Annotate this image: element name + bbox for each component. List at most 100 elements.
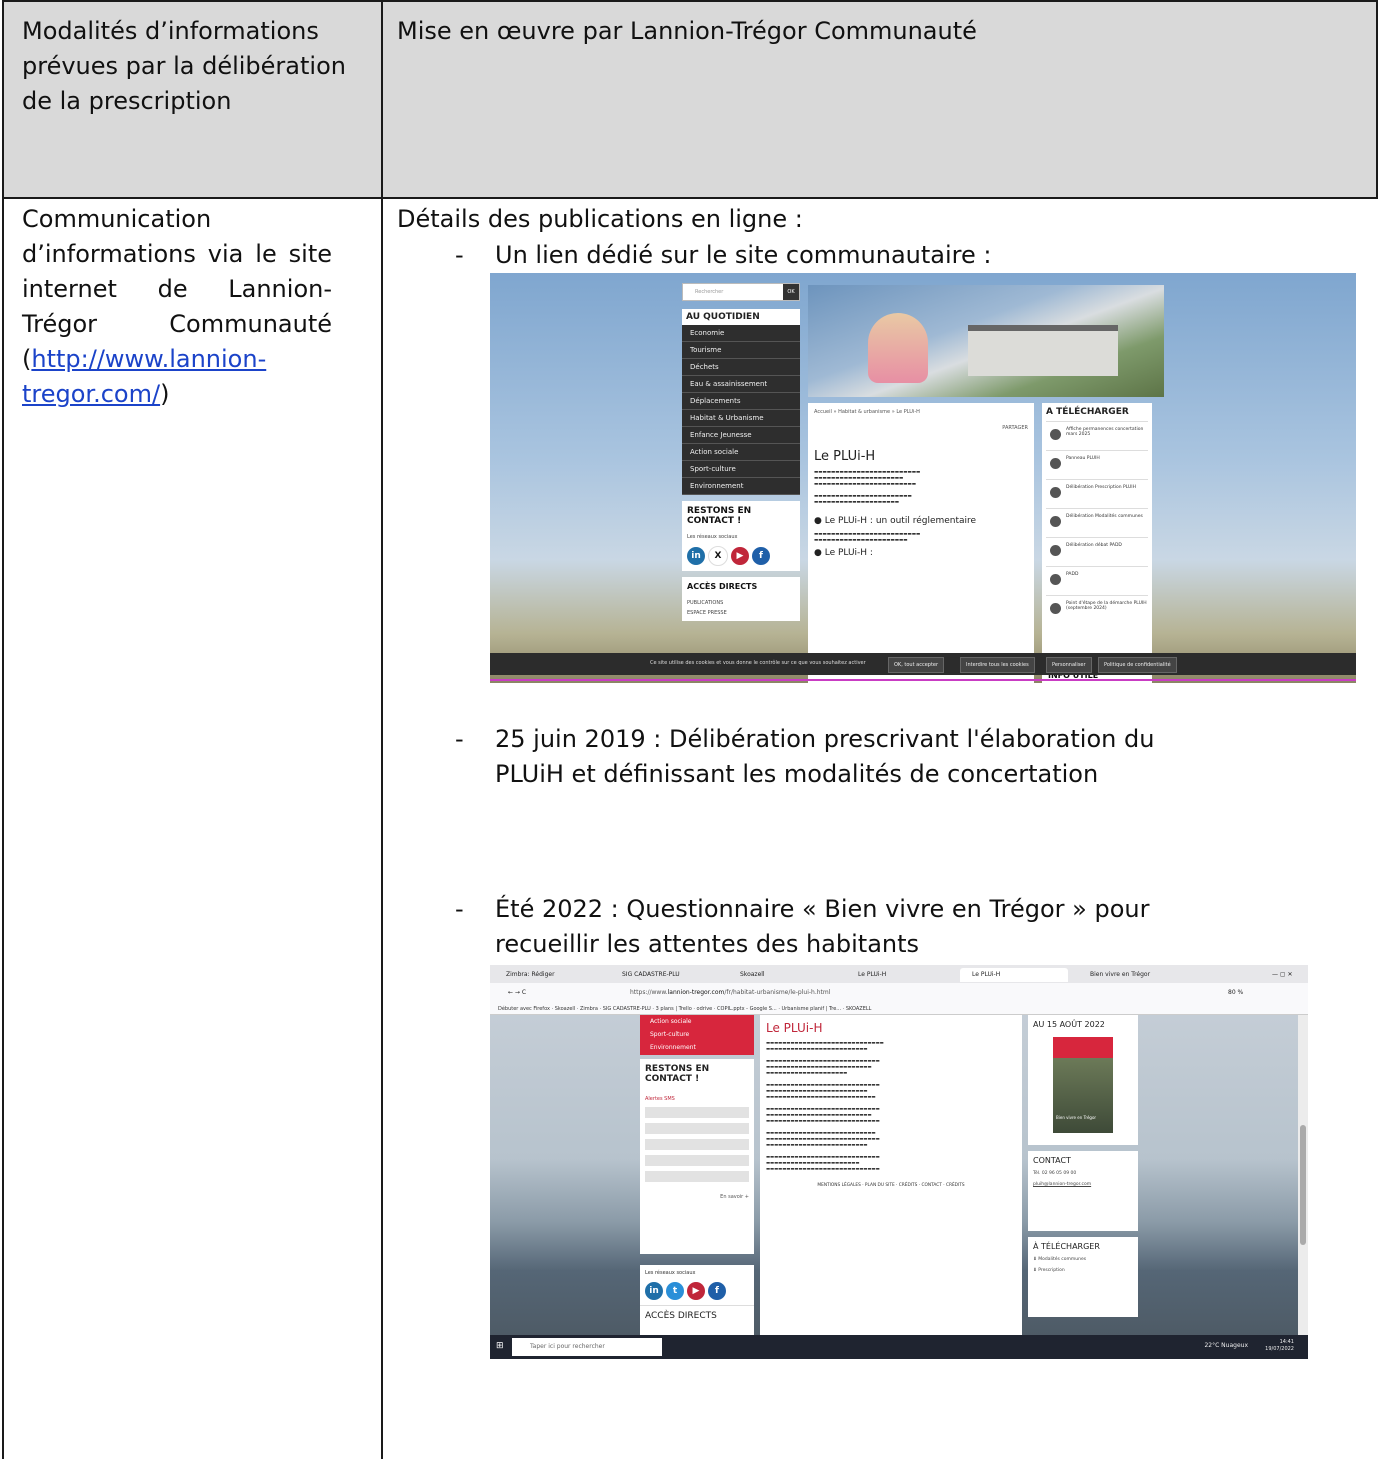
- bookmarks-bar[interactable]: Débuter avec Firefox · Skoazell · Zimbra…: [490, 1003, 1308, 1015]
- linkedin-icon[interactable]: in: [687, 547, 705, 565]
- download-item[interactable]: Délibération Prescription PLUIH: [1046, 479, 1148, 508]
- header-cell-modalities: Modalités d’informations prévues par la …: [22, 17, 346, 115]
- website-link[interactable]: http://www.lannion-tregor.com/: [22, 345, 266, 408]
- bullet-text: Été 2022 : Questionnaire « Bien vivre en…: [495, 895, 1150, 923]
- page-viewport: Action sociale Sport-culture Environneme…: [490, 1015, 1298, 1335]
- bullet-dash: -: [455, 241, 464, 269]
- site-search-button[interactable]: OK: [783, 284, 799, 300]
- x-icon[interactable]: X: [708, 546, 728, 566]
- date-title: AU 15 AOÛT 2022: [1033, 1020, 1105, 1029]
- access-item[interactable]: ESPACE PRESSE: [687, 610, 795, 616]
- download-item[interactable]: Point d'étape de la démarche PLUIH (sept…: [1046, 595, 1148, 624]
- downloads-box: À TÉLÉCHARGER ⬇ Modalités communes ⬇ Pre…: [1028, 1237, 1138, 1317]
- table-row-divider: [2, 197, 1378, 199]
- form-field[interactable]: [645, 1155, 749, 1166]
- cookie-customize-button[interactable]: Personnaliser: [1046, 657, 1092, 673]
- facebook-icon[interactable]: f: [752, 547, 770, 565]
- download-item[interactable]: ⬇ Prescription: [1033, 1268, 1133, 1273]
- browser-tab[interactable]: Le PLUi-H: [846, 968, 886, 982]
- window-controls[interactable]: — ▢ ✕: [1260, 968, 1293, 982]
- cookie-policy-button[interactable]: Politique de confidentialité: [1098, 657, 1177, 673]
- section-subtitle-2: ● Le PLUi-H :: [814, 548, 873, 558]
- website-screenshot-plui-h: Rechercher OK AU QUOTIDIEN Economie Touri…: [490, 273, 1356, 683]
- footer-links[interactable]: MENTIONS LÉGALES · PLAN DU SITE · CRÉDIT…: [766, 1183, 1016, 1189]
- downloads-title: A TÉLÉCHARGER: [1046, 407, 1129, 417]
- download-item[interactable]: Affiche permanences concertation mars 20…: [1046, 421, 1148, 450]
- taskbar-search[interactable]: Taper ici pour rechercher: [512, 1338, 662, 1356]
- menu-item[interactable]: Sport-culture: [682, 461, 800, 478]
- browser-tab-active[interactable]: Le PLUi-H: [960, 968, 1068, 982]
- alerts-label: Alertes SMS: [645, 1096, 675, 1102]
- menu-item[interactable]: Environnement: [640, 1041, 754, 1054]
- site-search-input[interactable]: Rechercher OK: [682, 283, 800, 301]
- download-icon: [1050, 458, 1061, 469]
- bullet-text-cont: recueillir les attentes des habitants: [495, 930, 920, 958]
- download-item[interactable]: Panneau PLUIH: [1046, 450, 1148, 479]
- menu-item[interactable]: Enfance Jeunesse: [682, 427, 800, 444]
- page-title: Le PLUi-H: [814, 449, 876, 464]
- menu-item[interactable]: Economie: [682, 325, 800, 342]
- browser-tab[interactable]: Bien vivre en Trégor: [1078, 968, 1150, 982]
- share-link[interactable]: PARTAGER: [814, 425, 1028, 431]
- scrollbar-thumb[interactable]: [1300, 1125, 1306, 1245]
- contact-form-box: RESTONS EN CONTACT ! Alertes SMS En savo…: [640, 1059, 754, 1254]
- menu-item[interactable]: Action sociale: [682, 444, 800, 461]
- bullet-text: Un lien dédié sur le site communautaire …: [495, 241, 992, 269]
- form-field[interactable]: [645, 1139, 749, 1150]
- cookie-accept-button[interactable]: OK, tout accepter: [888, 657, 945, 673]
- menu-item[interactable]: Sport-culture: [640, 1028, 754, 1041]
- taskbar-clock[interactable]: 14:41 19/07/2022: [1265, 1339, 1294, 1353]
- download-item[interactable]: ⬇ Modalités communes: [1033, 1257, 1133, 1262]
- header-cell-implementation: Mise en œuvre par Lannion-Trégor Communa…: [397, 17, 977, 45]
- download-icon: [1050, 516, 1061, 527]
- menu-item[interactable]: Habitat & Urbanisme: [682, 410, 800, 427]
- zoom-level[interactable]: 80 %: [1216, 986, 1243, 1000]
- browser-tab[interactable]: Skoazell: [728, 968, 765, 982]
- downloads-box: A TÉLÉCHARGER Affiche permanences concer…: [1042, 403, 1152, 665]
- table-column-divider: [381, 0, 383, 1459]
- weather-tray[interactable]: 22°C Nuageux: [1204, 1342, 1248, 1349]
- twitter-icon[interactable]: t: [666, 1282, 684, 1300]
- questionnaire-poster[interactable]: Bien vivre en Trégor: [1053, 1037, 1113, 1133]
- access-title: ACCÈS DIRECTS: [687, 582, 758, 591]
- right-column: AU 15 AOÛT 2022 Bien vivre en Trégor CON…: [1028, 1015, 1138, 1335]
- menu-item[interactable]: Déchets: [682, 359, 800, 376]
- contact-box: CONTACT Tél. 02 96 05 09 00 pluih@lannio…: [1028, 1151, 1138, 1231]
- paragraph-placeholder: ▬▬▬▬▬▬▬▬▬▬▬▬▬▬▬▬▬▬▬▬▬▬▬▬▬▬▬▬▬▬▬▬▬▬▬▬▬▬▬▬…: [814, 470, 921, 505]
- address-bar[interactable]: https://www.lannion-tregor.com/fr/habita…: [630, 985, 1190, 1001]
- menu-title: AU QUOTIDIEN: [682, 309, 800, 325]
- access-item[interactable]: PUBLICATIONS: [687, 600, 795, 606]
- download-item[interactable]: PADD: [1046, 566, 1148, 595]
- menu-item[interactable]: Déplacements: [682, 393, 800, 410]
- page-scrollbar[interactable]: [1298, 1015, 1308, 1335]
- menu-item[interactable]: Environnement: [682, 478, 800, 495]
- bullet-text-cont: PLUiH et définissant les modalités de co…: [495, 760, 1099, 788]
- linkedin-icon[interactable]: in: [645, 1282, 663, 1300]
- breadcrumb[interactable]: Accueil » Habitat & urbanisme » Le PLUi-…: [814, 409, 1028, 415]
- download-icon: [1050, 574, 1061, 585]
- address-bar-row: ← → C https://www.lannion-tregor.com/fr/…: [490, 983, 1308, 1003]
- contact-title: RESTONS EN CONTACT !: [687, 506, 752, 526]
- form-field[interactable]: [645, 1171, 749, 1182]
- download-item[interactable]: Délibération Modalités communes: [1046, 508, 1148, 537]
- menu-item[interactable]: Eau & assainissement: [682, 376, 800, 393]
- browser-tab[interactable]: Zimbra: Rédiger: [494, 968, 555, 982]
- downloads-title: À TÉLÉCHARGER: [1033, 1242, 1100, 1251]
- download-item[interactable]: Délibération débat PADD: [1046, 537, 1148, 566]
- facebook-icon[interactable]: f: [708, 1282, 726, 1300]
- screenshot-underline: [490, 679, 1356, 681]
- contact-email[interactable]: pluih@lannion-tregor.com: [1033, 1182, 1133, 1187]
- menu-item[interactable]: Action sociale: [640, 1015, 754, 1028]
- page-content: Accueil » Habitat & urbanisme » Le PLUi-…: [808, 403, 1034, 683]
- windows-start-icon[interactable]: ⊞: [496, 1341, 504, 1351]
- menu-item[interactable]: Tourisme: [682, 342, 800, 359]
- youtube-icon[interactable]: ▶: [731, 547, 749, 565]
- nav-buttons[interactable]: ← → C: [496, 986, 526, 1000]
- form-field[interactable]: [645, 1107, 749, 1118]
- more-link[interactable]: En savoir +: [645, 1194, 749, 1200]
- form-field[interactable]: [645, 1123, 749, 1134]
- cookie-deny-button[interactable]: Interdire tous les cookies: [960, 657, 1035, 673]
- browser-tab[interactable]: SIG CADASTRE-PLU: [610, 968, 680, 982]
- youtube-icon[interactable]: ▶: [687, 1282, 705, 1300]
- download-icon: [1050, 545, 1061, 556]
